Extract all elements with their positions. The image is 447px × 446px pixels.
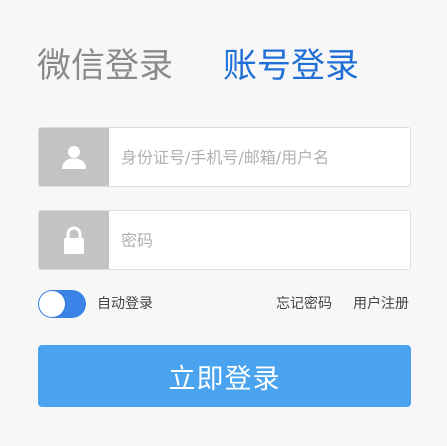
- password-input[interactable]: [121, 211, 401, 269]
- auto-login-toggle[interactable]: [38, 290, 86, 318]
- auto-login-label: 自动登录: [97, 296, 153, 312]
- forgot-password-link[interactable]: 忘记密码: [276, 295, 332, 313]
- lock-icon: [64, 226, 84, 254]
- password-field: [38, 210, 411, 270]
- register-link[interactable]: 用户注册: [353, 295, 409, 313]
- login-submit-button[interactable]: 立即登录: [38, 345, 411, 407]
- toggle-knob: [39, 291, 65, 317]
- user-icon-box: [39, 128, 109, 186]
- login-panel: 微信登录 账号登录 自动登录 忘记密码 用户注册 立即登录: [0, 0, 447, 446]
- user-icon: [62, 146, 86, 169]
- tab-wechat-login[interactable]: 微信登录: [37, 44, 173, 88]
- lock-icon-box: [39, 211, 109, 269]
- username-input[interactable]: [121, 128, 401, 186]
- username-field: [38, 127, 411, 187]
- tab-account-login[interactable]: 账号登录: [223, 44, 359, 88]
